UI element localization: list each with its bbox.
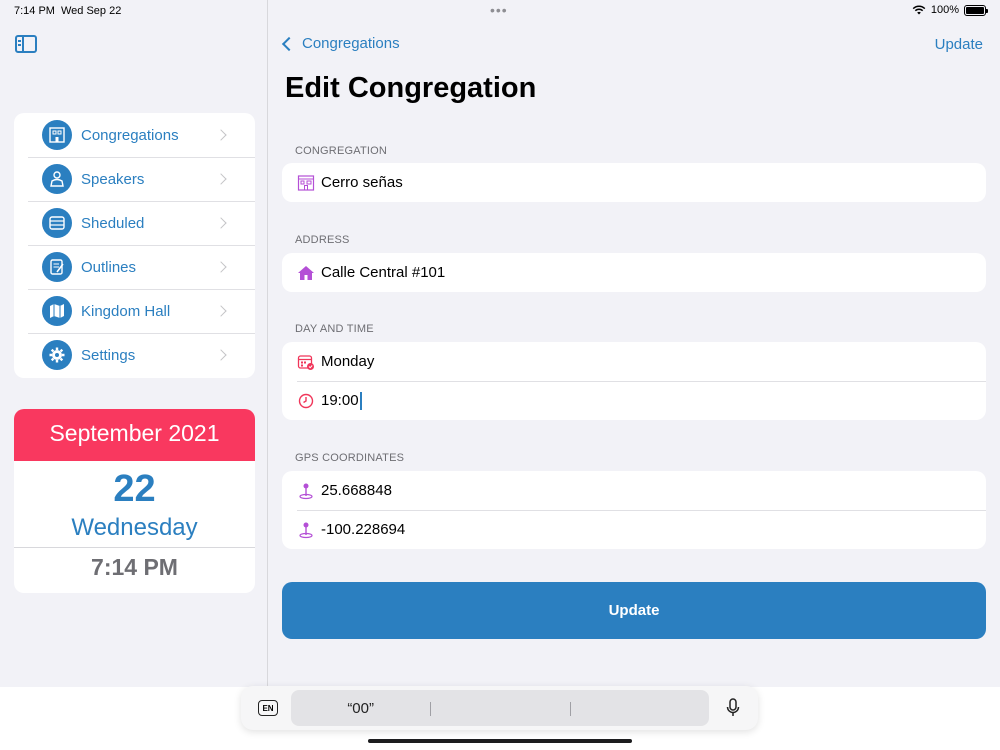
chevron-right-icon — [215, 217, 227, 229]
sidebar: Congregations Speakers Sheduled Outlines — [0, 0, 268, 687]
chevron-left-icon — [281, 36, 297, 51]
schedule-icon — [42, 208, 72, 238]
language-switch-button[interactable]: EN — [258, 700, 278, 716]
chevron-right-icon — [215, 129, 227, 141]
outline-document-icon — [42, 252, 72, 282]
address-card: Calle Central #101 — [282, 253, 986, 292]
congregation-name-value: Cerro señas — [321, 174, 403, 191]
main-content: Congregations Update Edit Congregation C… — [269, 0, 1000, 687]
section-label-day-time: DAY AND TIME — [295, 323, 374, 335]
day-field[interactable]: Monday — [282, 342, 986, 381]
gps-card: 25.668848 -100.228694 — [282, 471, 986, 549]
sidebar-item-label: Congregations — [81, 126, 179, 144]
congregation-name-field[interactable]: Cerro señas — [282, 163, 986, 202]
building-icon — [297, 174, 315, 192]
chevron-right-icon — [215, 261, 227, 273]
address-field[interactable]: Calle Central #101 — [282, 253, 986, 292]
sidebar-item-label: Kingdom Hall — [81, 302, 171, 320]
sidebar-toggle-icon[interactable] — [15, 35, 37, 53]
longitude-field[interactable]: -100.228694 — [282, 510, 986, 549]
calendar-time: 7:14 PM — [91, 554, 178, 580]
chevron-right-icon — [215, 173, 227, 185]
section-label-gps: GPS COORDINATES — [295, 452, 405, 464]
building-icon — [42, 120, 72, 150]
chevron-right-icon — [215, 349, 227, 361]
back-button[interactable]: Congregations — [280, 35, 400, 52]
section-label-address: ADDRESS — [295, 234, 350, 246]
location-pin-icon — [297, 482, 315, 500]
day-time-card: Monday 19:00 — [282, 342, 986, 420]
speaker-person-icon — [42, 164, 72, 194]
location-pin-icon — [297, 521, 315, 539]
suggestion-item[interactable]: “00” — [291, 700, 430, 717]
chevron-right-icon — [215, 305, 227, 317]
calendar-day: 22 — [113, 468, 156, 510]
time-value: 19:00 — [321, 392, 359, 409]
longitude-value: -100.228694 — [321, 521, 406, 538]
keyboard-shortcut-bar: EN “00” — [241, 686, 758, 730]
sidebar-item-label: Settings — [81, 346, 136, 364]
calendar-month: September 2021 — [14, 409, 255, 461]
page-title: Edit Congregation — [285, 72, 537, 104]
text-cursor — [359, 391, 362, 410]
sidebar-item-congregations[interactable]: Congregations — [14, 113, 255, 157]
calendar-icon — [297, 353, 315, 371]
calendar-widget: September 2021 22 Wednesday 7:14 PM — [14, 409, 255, 593]
sidebar-item-kingdom-hall[interactable]: Kingdom Hall — [14, 289, 255, 333]
congregation-card: Cerro señas — [282, 163, 986, 202]
home-indicator[interactable] — [368, 739, 632, 743]
day-value: Monday — [321, 353, 375, 370]
section-label-congregation: CONGREGATION — [295, 145, 388, 157]
update-button[interactable]: Update — [282, 582, 986, 639]
house-icon — [297, 264, 315, 282]
sidebar-item-label: Speakers — [81, 170, 145, 188]
gear-icon — [42, 340, 72, 370]
predictive-suggestions: “00” — [291, 690, 709, 726]
time-field[interactable]: 19:00 — [282, 381, 986, 420]
nav-update-button[interactable]: Update — [935, 36, 983, 53]
clock-icon — [297, 392, 315, 410]
sidebar-item-label: Sheduled — [81, 214, 145, 232]
latitude-value: 25.668848 — [321, 482, 392, 499]
suggestion-item[interactable] — [430, 700, 569, 717]
sidebar-item-label: Outlines — [81, 258, 137, 276]
calendar-weekday: Wednesday — [71, 514, 198, 541]
suggestion-item[interactable] — [569, 700, 709, 717]
latitude-field[interactable]: 25.668848 — [282, 471, 986, 510]
sidebar-menu: Congregations Speakers Sheduled Outlines — [14, 113, 255, 378]
back-button-label: Congregations — [302, 35, 400, 52]
sidebar-item-outlines[interactable]: Outlines — [14, 245, 255, 289]
address-value: Calle Central #101 — [321, 264, 446, 281]
map-icon — [42, 296, 72, 326]
sidebar-item-settings[interactable]: Settings — [14, 333, 255, 377]
sidebar-item-speakers[interactable]: Speakers — [14, 157, 255, 201]
microphone-icon[interactable] — [726, 698, 740, 718]
sidebar-item-sheduled[interactable]: Sheduled — [14, 201, 255, 245]
